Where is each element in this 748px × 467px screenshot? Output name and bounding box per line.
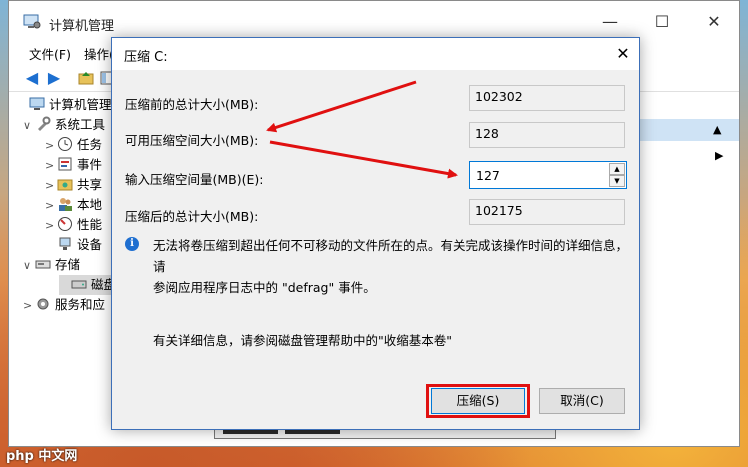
tree-item-shared-folders[interactable]: > 共享 [45, 175, 102, 195]
spin-down-button[interactable]: ▼ [609, 175, 625, 187]
total-before-value: 102302 [469, 85, 625, 111]
performance-icon [58, 217, 72, 231]
spin-up-button[interactable]: ▲ [609, 163, 625, 175]
total-after-label: 压缩后的总计大小(MB): [125, 209, 259, 224]
device-manager-icon [59, 237, 71, 250]
tree-item-label: 共享 [77, 177, 103, 192]
tree-item-label: 存储 [55, 257, 81, 272]
shrink-amount-input[interactable] [470, 162, 606, 188]
forward-arrow-icon[interactable]: ▶ [45, 69, 63, 87]
menu-file[interactable]: 文件(F) [29, 44, 71, 63]
help-reference-text: 有关详细信息，请参阅磁盘管理帮助中的"收缩基本卷" [153, 333, 453, 348]
cancel-button[interactable]: 取消(C) [539, 388, 625, 414]
tree-chevron: > [45, 199, 55, 212]
highlight-frame [426, 384, 530, 418]
tree-chevron: > [45, 219, 55, 232]
tree-item-label: 本地 [77, 197, 103, 212]
total-before-label: 压缩前的总计大小(MB): [125, 97, 259, 112]
users-icon [59, 198, 72, 211]
available-shrink-label: 可用压缩空间大小(MB): [125, 133, 259, 148]
tree-item-disk-management[interactable]: 磁盘 [59, 275, 116, 295]
menu-action[interactable]: 操作( [84, 44, 114, 63]
tree-item-label: 任务 [77, 137, 103, 152]
tree-chevron: ∨ [23, 119, 32, 132]
computer-management-icon [23, 14, 41, 29]
tree-item-label: 性能 [77, 217, 103, 232]
disk-icon [71, 280, 87, 289]
tree-chevron: > [45, 179, 55, 192]
tree-item-computer-management[interactable]: 计算机管理( [17, 95, 116, 115]
tree-item-device-manager[interactable]: 设备 [45, 235, 102, 255]
tree-item-event-viewer[interactable]: > 事件 [45, 155, 102, 175]
info-icon: i [125, 237, 139, 251]
watermark-text: php 中文网 [6, 449, 78, 464]
close-window-button[interactable]: ✕ [703, 11, 725, 33]
computer-icon [29, 97, 45, 110]
tree-chevron: > [45, 159, 55, 172]
shared-folder-icon [57, 179, 73, 191]
tools-icon [38, 116, 51, 131]
tree-item-label: 设备 [77, 237, 103, 252]
tree-chevron: ∨ [23, 259, 32, 272]
shrink-dialog: 压缩 C: ✕ 压缩前的总计大小(MB): 102302 可用压缩空间大小(MB… [111, 37, 640, 430]
info-message: 无法将卷压缩到超出任何不可移动的文件所在的点。有关完成该操作时间的详细信息，请 … [153, 235, 628, 298]
collapse-up-icon[interactable]: ▲ [713, 123, 721, 136]
up-folder-icon[interactable] [77, 69, 95, 87]
event-viewer-icon [58, 157, 72, 171]
back-arrow-icon[interactable]: ◀ [23, 69, 41, 87]
dialog-titlebar: 压缩 C: ✕ [112, 38, 639, 70]
tree-item-storage[interactable]: ∨ 存储 [23, 255, 80, 275]
tree-item-local-users[interactable]: > 本地 [45, 195, 102, 215]
minimize-button[interactable]: — [599, 11, 621, 33]
more-actions-icon[interactable]: ▶ [715, 149, 723, 162]
tree-item-label: 计算机管理( [49, 97, 117, 112]
available-shrink-value: 128 [469, 122, 625, 148]
console-tree: 计算机管理( ∨ 系统工具 > 任务 > 事件 > 共享 > 本地 > 性能 设备 ∨ 存储 … [9, 93, 116, 443]
info-line-2: 参阅应用程序日志中的 "defrag" 事件。 [153, 280, 376, 295]
storage-icon [35, 260, 51, 269]
dialog-close-button[interactable]: ✕ [612, 43, 634, 65]
services-icon [37, 298, 49, 310]
dialog-title: 压缩 C: [124, 50, 168, 65]
tree-item-task-scheduler[interactable]: > 任务 [45, 135, 102, 155]
tree-item-system-tools[interactable]: ∨ 系统工具 [23, 115, 105, 135]
main-window-title: 计算机管理 [49, 19, 115, 34]
clock-icon [58, 137, 72, 151]
shrink-amount-label: 输入压缩空间量(MB)(E): [125, 172, 264, 187]
tree-item-services[interactable]: > 服务和应 [23, 295, 105, 315]
tree-chevron: > [45, 139, 55, 152]
shrink-amount-stepper: ▲ ▼ [469, 161, 627, 189]
tree-chevron: > [23, 299, 33, 312]
info-line-1: 无法将卷压缩到超出任何不可移动的文件所在的点。有关完成该操作时间的详细信息，请 [153, 238, 629, 274]
maximize-button[interactable]: ☐ [651, 11, 673, 33]
tree-item-label: 事件 [77, 157, 103, 172]
tree-item-label: 系统工具 [55, 117, 106, 132]
tree-item-performance[interactable]: > 性能 [45, 215, 102, 235]
total-after-value: 102175 [469, 199, 625, 225]
tree-item-label: 服务和应 [55, 297, 106, 312]
